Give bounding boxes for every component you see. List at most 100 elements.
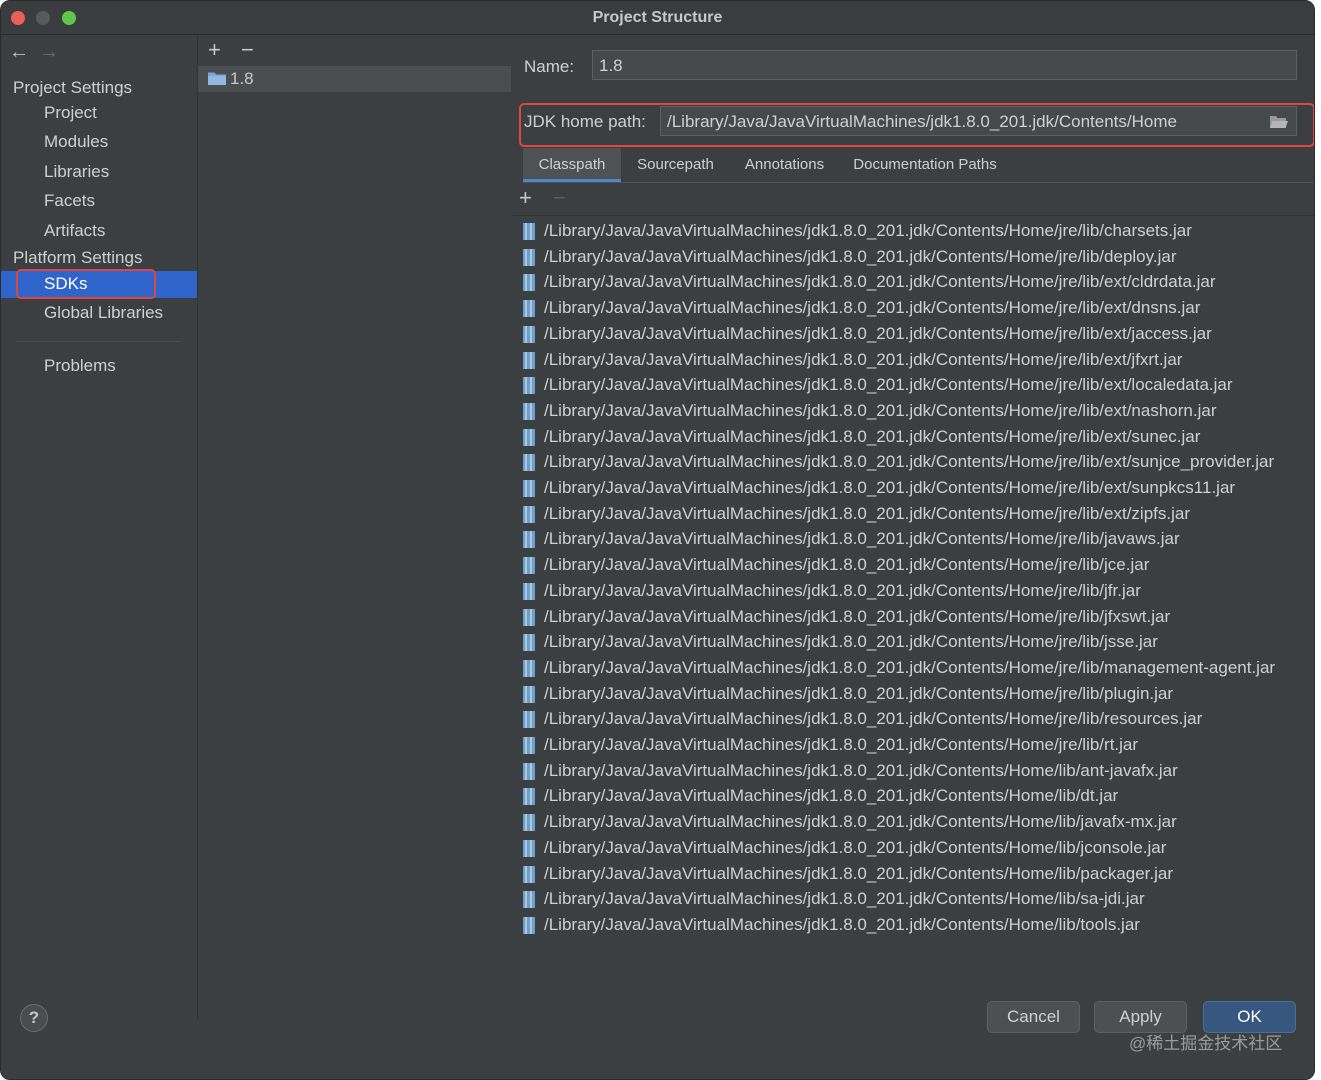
sdk-details-pane: Name: 1.8 JDK home path: /Library/Java/J… [511, 35, 1314, 1021]
classpath-entry-path: /Library/Java/JavaVirtualMachines/jdk1.8… [544, 657, 1276, 677]
jdk-home-path-value: /Library/Java/JavaVirtualMachines/jdk1.8… [667, 112, 1177, 131]
nav-arrows: ← → [9, 41, 69, 64]
sdk-list-item-label: 1.8 [230, 69, 254, 88]
remove-classpath-button[interactable]: − [553, 185, 566, 210]
sidebar-item-problems[interactable]: Problems [1, 353, 197, 380]
remove-sdk-button[interactable]: − [241, 37, 274, 63]
sidebar-item-project[interactable]: Project [1, 100, 197, 127]
back-arrow-icon[interactable]: ← [9, 41, 39, 64]
jar-icon [523, 351, 535, 369]
add-sdk-button[interactable]: + [208, 37, 241, 63]
title-bar: Project Structure [1, 1, 1314, 35]
jar-icon [523, 402, 535, 420]
classpath-entry-path: /Library/Java/JavaVirtualMachines/jdk1.8… [544, 632, 1158, 652]
watermark-text: @稀土掘金技术社区 [1129, 1034, 1283, 1053]
forward-arrow-icon[interactable]: → [39, 41, 69, 64]
browse-folder-icon[interactable] [1270, 115, 1288, 128]
classpath-entry-path: /Library/Java/JavaVirtualMachines/jdk1.8… [544, 349, 1183, 369]
jar-icon [523, 248, 535, 266]
sidebar-item-label: Problems [44, 356, 116, 375]
sidebar-item-facets[interactable]: Facets [1, 188, 197, 215]
jar-icon [523, 223, 535, 240]
jar-icon [523, 325, 535, 343]
sdk-paths-tabs: Classpath Sourcepath Annotations Documen… [523, 148, 1314, 183]
sidebar-item-label: Project [44, 103, 97, 122]
classpath-entry-path: /Library/Java/JavaVirtualMachines/jdk1.8… [544, 246, 1177, 266]
jar-icon [523, 762, 535, 780]
jdk-folder-icon [208, 72, 226, 85]
jar-icon [523, 916, 535, 934]
tab-annotations[interactable]: Annotations [737, 148, 832, 182]
help-button[interactable]: ? [20, 1004, 48, 1032]
classpath-entry-path: /Library/Java/JavaVirtualMachines/jdk1.8… [544, 709, 1203, 729]
classpath-entry-path: /Library/Java/JavaVirtualMachines/jdk1.8… [544, 863, 1174, 883]
sidebar-item-global-libraries[interactable]: Global Libraries [1, 300, 197, 327]
classpath-entry-path: /Library/Java/JavaVirtualMachines/jdk1.8… [544, 914, 1140, 934]
classpath-entry-path: /Library/Java/JavaVirtualMachines/jdk1.8… [544, 837, 1167, 857]
jar-icon [523, 531, 535, 549]
jar-icon [523, 454, 535, 472]
sdk-name-field[interactable]: 1.8 [592, 50, 1297, 80]
jar-icon [523, 428, 535, 446]
jar-icon [523, 377, 535, 395]
classpath-entry-path: /Library/Java/JavaVirtualMachines/jdk1.8… [544, 272, 1216, 292]
cancel-button[interactable]: Cancel [987, 1001, 1080, 1033]
sidebar-item-artifacts[interactable]: Artifacts [1, 218, 197, 245]
jdk-home-path-label: JDK home path: [524, 112, 646, 131]
classpath-entry-path: /Library/Java/JavaVirtualMachines/jdk1.8… [544, 812, 1177, 832]
jar-icon [523, 274, 535, 292]
jar-icon [523, 634, 535, 652]
name-label: Name: [524, 57, 575, 76]
jar-icon [523, 300, 535, 318]
classpath-entry-path: /Library/Java/JavaVirtualMachines/jdk1.8… [544, 375, 1233, 395]
sidebar-item-label: Modules [44, 132, 109, 151]
jar-icon [523, 839, 535, 857]
tab-classpath[interactable]: Classpath [523, 148, 621, 182]
sidebar-item-label: Global Libraries [44, 303, 164, 322]
jar-icon [523, 891, 535, 909]
sdk-list-item[interactable]: 1.8 [198, 66, 511, 92]
classpath-entry-path: /Library/Java/JavaVirtualMachines/jdk1.8… [544, 555, 1150, 575]
sidebar-item-modules[interactable]: Modules [1, 129, 197, 156]
jar-icon [523, 737, 535, 754]
window-title: Project Structure [592, 9, 723, 26]
sidebar-item-label: Artifacts [44, 221, 106, 240]
classpath-entry-path: /Library/Java/JavaVirtualMachines/jdk1.8… [544, 400, 1217, 420]
classpath-list[interactable]: /Library/Java/JavaVirtualMachines/jdk1.8… [511, 215, 1314, 1021]
tab-documentation-paths[interactable]: Documentation Paths [850, 148, 1000, 182]
classpath-entry-path: /Library/Java/JavaVirtualMachines/jdk1.8… [544, 452, 1275, 472]
jar-icon [523, 557, 535, 575]
sidebar-item-sdks[interactable]: SDKs [1, 269, 197, 299]
classpath-entry-path: /Library/Java/JavaVirtualMachines/jdk1.8… [544, 606, 1171, 626]
jar-icon [523, 480, 535, 497]
classpath-entry-path: /Library/Java/JavaVirtualMachines/jdk1.8… [544, 323, 1212, 343]
sidebar-item-label: Libraries [44, 162, 110, 181]
classpath-entry-path: /Library/Java/JavaVirtualMachines/jdk1.8… [544, 478, 1236, 497]
classpath-entry-path: /Library/Java/JavaVirtualMachines/jdk1.8… [544, 426, 1201, 446]
jar-icon [523, 814, 535, 832]
classpath-entry-path: /Library/Java/JavaVirtualMachines/jdk1.8… [544, 889, 1145, 909]
project-structure-window: Project Structure ← → Project Settings Pr… [0, 0, 1315, 1080]
jdk-home-path-field[interactable]: /Library/Java/JavaVirtualMachines/jdk1.8… [660, 106, 1297, 136]
sidebar-item-label: Facets [44, 191, 96, 210]
tab-sourcepath[interactable]: Sourcepath [623, 148, 728, 182]
jar-icon [523, 582, 535, 600]
classpath-entry-path: /Library/Java/JavaVirtualMachines/jdk1.8… [544, 580, 1141, 600]
sidebar-divider [16, 341, 181, 342]
sidebar-item-label: SDKs [44, 274, 88, 293]
sidebar-item-libraries[interactable]: Libraries [1, 159, 197, 186]
jar-icon [523, 788, 535, 806]
settings-sidebar: ← → Project Settings Project Modules Libr… [1, 35, 197, 1079]
classpath-toolbar: + − [519, 185, 566, 211]
jar-icon [523, 505, 535, 523]
classpath-entry-path: /Library/Java/JavaVirtualMachines/jdk1.8… [544, 221, 1192, 240]
sdk-list-pane: + − 1.8 [197, 35, 512, 1021]
jar-icon [523, 865, 535, 883]
add-classpath-button[interactable]: + [519, 185, 553, 211]
classpath-entry-path: /Library/Java/JavaVirtualMachines/jdk1.8… [544, 503, 1190, 523]
sdk-list-toolbar: + − [208, 37, 274, 63]
platform-settings-header: Platform Settings [13, 248, 143, 267]
project-settings-header: Project Settings [13, 78, 133, 97]
jar-icon [523, 659, 535, 677]
classpath-entry-path: /Library/Java/JavaVirtualMachines/jdk1.8… [544, 760, 1178, 780]
